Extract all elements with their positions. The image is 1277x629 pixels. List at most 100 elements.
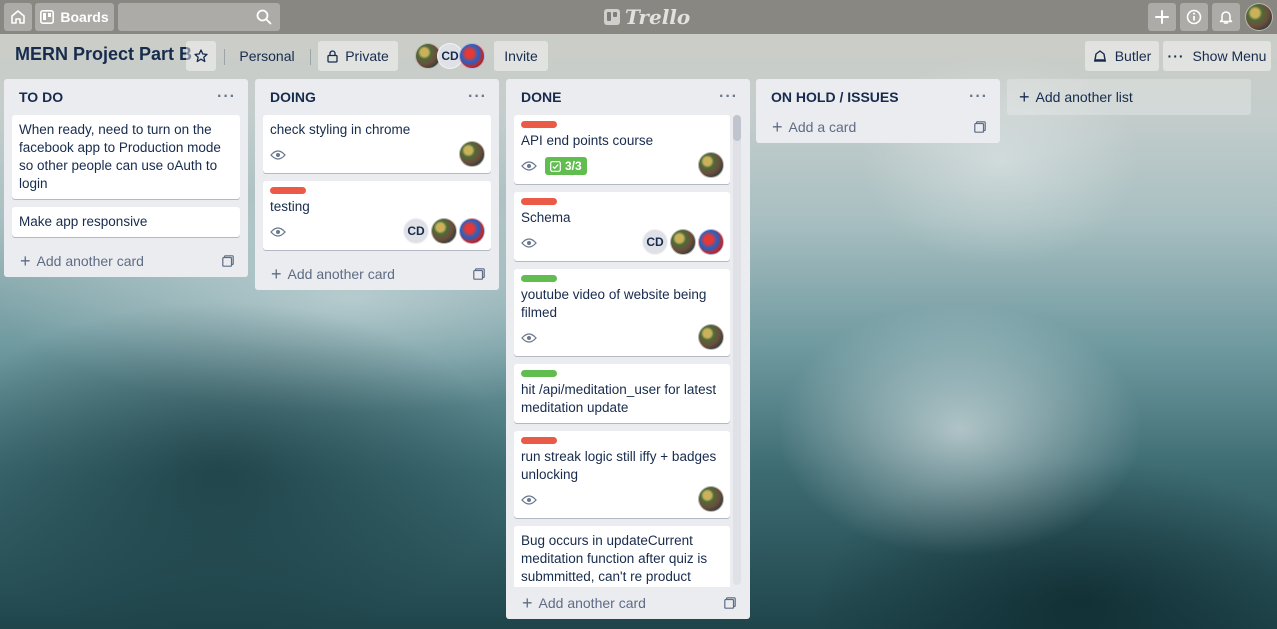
- list-card[interactable]: When ready, need to turn on the facebook…: [12, 115, 240, 199]
- list-card[interactable]: testing CD: [263, 181, 491, 250]
- card-label-red[interactable]: [521, 121, 557, 128]
- card-label-red[interactable]: [270, 187, 306, 194]
- member-avatar[interactable]: [698, 152, 724, 178]
- plus-icon: +: [772, 117, 783, 137]
- home-icon: [11, 10, 25, 24]
- list-title[interactable]: DOING: [270, 89, 316, 105]
- card-title: Bug occurs in updateCurrent meditation f…: [521, 533, 708, 584]
- list-footer: + Add another card: [263, 258, 491, 290]
- butler-icon: [1093, 50, 1106, 62]
- list-menu-icon[interactable]: ···: [719, 88, 738, 106]
- member-avatar[interactable]: [459, 43, 485, 69]
- card-title: testing: [270, 199, 310, 214]
- create-button[interactable]: [1148, 3, 1176, 31]
- list-title[interactable]: TO DO: [19, 89, 63, 105]
- boards-button[interactable]: Boards: [35, 3, 114, 31]
- list-menu-icon[interactable]: ···: [217, 88, 236, 106]
- list-cards-scroll[interactable]: API end points course 3/3 Schema CD yout…: [514, 115, 742, 587]
- member-avatar[interactable]: [431, 218, 457, 244]
- watch-eye-icon: [521, 495, 537, 505]
- info-icon: [1186, 9, 1202, 25]
- invite-label: Invite: [504, 48, 538, 64]
- visibility-label: Private: [345, 48, 389, 64]
- card-label-red[interactable]: [521, 437, 557, 444]
- list-header: TO DO ···: [12, 79, 240, 115]
- card-label-green[interactable]: [521, 370, 557, 377]
- member-avatar[interactable]: [459, 218, 485, 244]
- card-title: check styling in chrome: [270, 122, 411, 137]
- list-footer: + Add another card: [514, 587, 742, 619]
- show-menu-label: Show Menu: [1192, 48, 1267, 64]
- more-icon: ···: [1167, 48, 1185, 64]
- top-navigation-bar: Boards Trello: [0, 0, 1277, 34]
- add-list-button[interactable]: + Add another list: [1007, 79, 1251, 115]
- separator: [224, 49, 225, 65]
- board-title[interactable]: MERN Project Part B: [15, 44, 192, 65]
- search-box[interactable]: [118, 3, 280, 31]
- list-card[interactable]: run streak logic still iffy + badges unl…: [514, 431, 730, 518]
- card-badges: [270, 143, 484, 167]
- member-avatar[interactable]: [670, 229, 696, 255]
- star-button[interactable]: [186, 41, 216, 71]
- list-card[interactable]: check styling in chrome: [263, 115, 491, 173]
- list-card[interactable]: Make app responsive: [12, 207, 240, 237]
- butler-button[interactable]: Butler: [1085, 41, 1159, 71]
- search-icon[interactable]: [256, 9, 272, 25]
- list-todo: TO DO ··· When ready, need to turn on th…: [4, 79, 248, 277]
- add-card-button[interactable]: + Add a card: [772, 117, 856, 137]
- list-scrollbar-track[interactable]: [733, 115, 741, 585]
- member-avatar-initials[interactable]: CD: [642, 229, 668, 255]
- card-template-icon[interactable]: [974, 121, 986, 133]
- add-card-label: Add another card: [36, 253, 144, 269]
- member-avatar-initials[interactable]: CD: [403, 218, 429, 244]
- watch-eye-icon: [521, 333, 537, 343]
- list-card[interactable]: youtube video of website being filmed: [514, 269, 730, 356]
- card-template-icon[interactable]: [724, 597, 736, 609]
- plus-icon: +: [1019, 87, 1030, 107]
- user-avatar[interactable]: [1245, 3, 1273, 31]
- card-members: [698, 324, 724, 350]
- watch-eye-icon: [521, 238, 537, 248]
- member-avatar[interactable]: [459, 141, 485, 167]
- list-card[interactable]: hit /api/meditation_user for latest medi…: [514, 364, 730, 423]
- trello-logo-icon: [604, 9, 620, 25]
- checklist-count: 3/3: [565, 159, 582, 173]
- list-header: DONE ···: [514, 79, 742, 115]
- card-title: run streak logic still iffy + badges unl…: [521, 449, 717, 482]
- lock-icon: [327, 49, 338, 63]
- trello-logo[interactable]: Trello: [604, 5, 690, 29]
- member-avatar[interactable]: [698, 324, 724, 350]
- info-button[interactable]: [1180, 3, 1208, 31]
- list-card[interactable]: Schema CD: [514, 192, 730, 261]
- list-menu-icon[interactable]: ···: [468, 88, 487, 106]
- card-title: youtube video of website being filmed: [521, 287, 707, 320]
- list-card[interactable]: API end points course 3/3: [514, 115, 730, 184]
- member-avatar[interactable]: [698, 229, 724, 255]
- add-card-button[interactable]: + Add another card: [271, 265, 395, 283]
- plus-icon: +: [522, 593, 533, 613]
- list-card[interactable]: Bug occurs in updateCurrent meditation f…: [514, 526, 730, 587]
- add-card-button[interactable]: + Add another card: [522, 593, 646, 613]
- add-card-label: Add another card: [287, 266, 395, 282]
- team-button[interactable]: Personal: [232, 41, 302, 71]
- card-label-green[interactable]: [521, 275, 557, 282]
- card-template-icon[interactable]: [222, 255, 234, 267]
- show-menu-button[interactable]: ··· Show Menu: [1163, 41, 1271, 71]
- add-card-label: Add another card: [538, 595, 646, 611]
- card-title: API end points course: [521, 133, 654, 148]
- list-done: DONE ··· API end points course 3/3 Schem…: [506, 79, 750, 619]
- visibility-button[interactable]: Private: [318, 41, 398, 71]
- invite-button[interactable]: Invite: [494, 41, 548, 71]
- list-menu-icon[interactable]: ···: [969, 88, 988, 106]
- add-card-button[interactable]: + Add another card: [20, 252, 144, 270]
- list-title[interactable]: ON HOLD / ISSUES: [771, 89, 899, 105]
- card-label-red[interactable]: [521, 198, 557, 205]
- list-scrollbar-thumb[interactable]: [733, 115, 741, 141]
- home-button[interactable]: [4, 3, 32, 31]
- card-title: Schema: [521, 210, 571, 225]
- card-title: Make app responsive: [19, 214, 148, 229]
- member-avatar[interactable]: [698, 486, 724, 512]
- list-title[interactable]: DONE: [521, 89, 561, 105]
- notifications-button[interactable]: [1212, 3, 1240, 31]
- card-template-icon[interactable]: [473, 268, 485, 280]
